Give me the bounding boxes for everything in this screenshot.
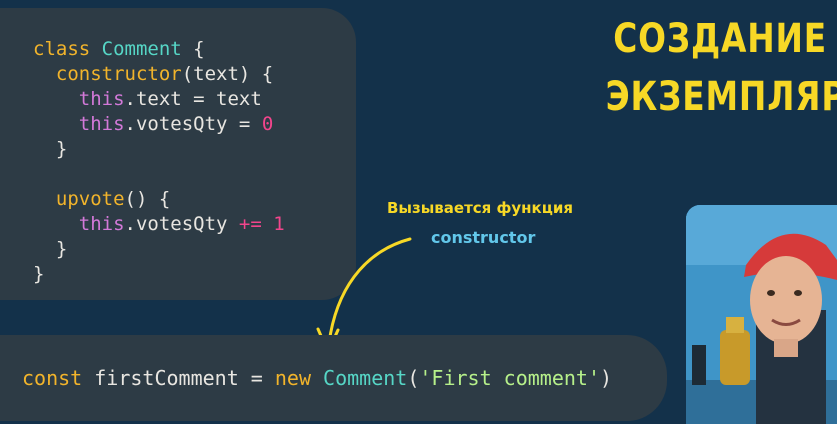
keyword-new: new xyxy=(274,366,311,390)
variable-name: firstComment = xyxy=(82,366,275,390)
presenter-webcam xyxy=(686,205,837,424)
class-name: Comment xyxy=(311,366,408,390)
instantiation-card: const firstComment = new Comment('First … xyxy=(0,335,667,421)
paren-open: ( xyxy=(407,366,420,390)
instantiation-code: const firstComment = new Comment('First … xyxy=(22,365,612,391)
paren-close: ) xyxy=(600,366,613,390)
string-literal: 'First comment' xyxy=(419,366,600,390)
presenter-image xyxy=(686,205,837,424)
keyword-const: const xyxy=(22,366,83,390)
